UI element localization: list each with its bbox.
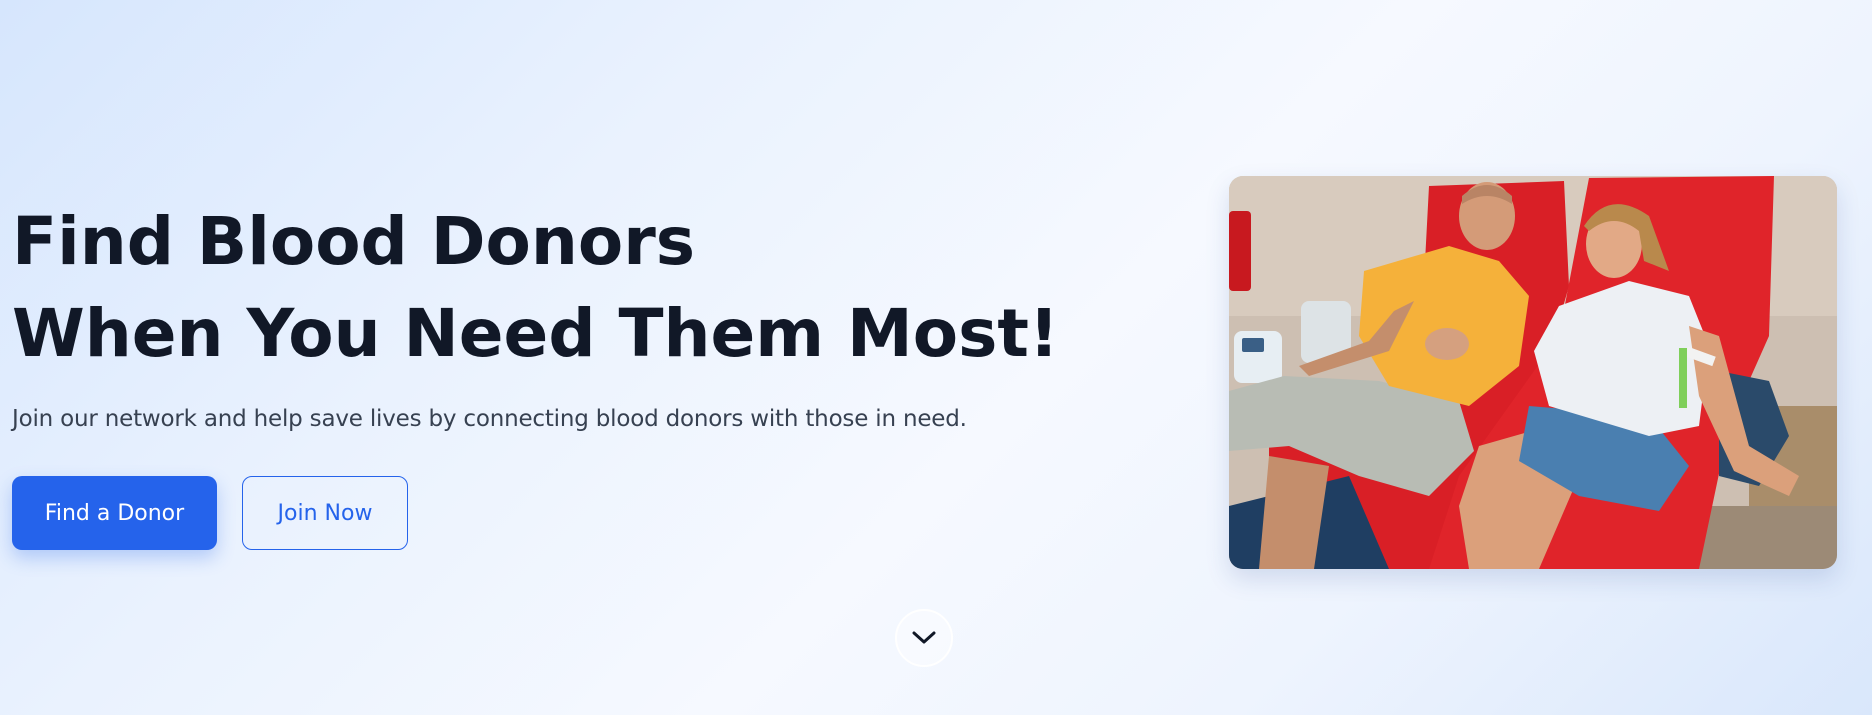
headline-line-2: When You Need Them Most! <box>12 295 1060 372</box>
join-now-button[interactable]: Join Now <box>242 476 408 550</box>
hero-headline: Find Blood Donors When You Need Them Mos… <box>12 196 1059 380</box>
chevron-down-icon <box>912 631 936 644</box>
find-donor-button[interactable]: Find a Donor <box>12 476 217 550</box>
scroll-down-button[interactable] <box>895 609 953 667</box>
hero-photo <box>1229 176 1837 569</box>
headline-line-1: Find Blood Donors <box>12 203 696 280</box>
hero-subtext: Join our network and help save lives by … <box>12 406 967 432</box>
hero-section: Find Blood Donors When You Need Them Mos… <box>0 0 1872 715</box>
